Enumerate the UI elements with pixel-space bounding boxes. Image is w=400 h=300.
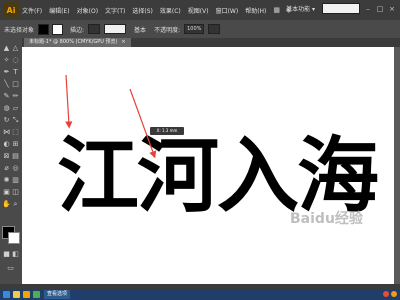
magic-wand-icon[interactable]: ✧ bbox=[2, 56, 11, 65]
red-arrow-2 bbox=[129, 88, 157, 159]
zoom-tool-icon[interactable]: ⌕ bbox=[11, 200, 20, 209]
pencil-tool-icon[interactable]: ✏ bbox=[11, 92, 20, 101]
illustrator-taskbar-icon[interactable] bbox=[23, 291, 30, 298]
fill-stroke-widget[interactable] bbox=[2, 226, 20, 244]
menu-select[interactable]: 选择(S) bbox=[132, 6, 153, 15]
mesh-tool-icon[interactable]: ⊠ bbox=[2, 152, 11, 161]
eraser-icon[interactable]: ▱ bbox=[11, 104, 20, 113]
menu-bar: Ai 文件(F) 编辑(E) 对象(O) 文字(T) 选择(S) 效果(C) 视… bbox=[0, 0, 400, 20]
browser-icon[interactable] bbox=[33, 291, 40, 298]
selection-tool-icon[interactable]: ▲ bbox=[2, 44, 11, 53]
menu-object[interactable]: 对象(O) bbox=[77, 6, 98, 15]
vertical-scrollbar[interactable] bbox=[394, 47, 400, 284]
menu-edit[interactable]: 编辑(E) bbox=[49, 6, 69, 15]
opacity-label: 不透明度: bbox=[154, 26, 181, 34]
type-tool-icon[interactable]: T bbox=[11, 68, 20, 77]
document-tab-title: 未标题-1* @ 800% (CMYK/GPU 预览) bbox=[29, 39, 118, 45]
free-transform-icon[interactable]: ⬚ bbox=[11, 128, 20, 137]
system-tray bbox=[383, 291, 397, 297]
gradient-tool-icon[interactable]: ▤ bbox=[11, 152, 20, 161]
color-mode-icon[interactable]: ■ bbox=[2, 250, 11, 259]
no-selection-label: 未选择对象 bbox=[4, 26, 35, 34]
menu-effect[interactable]: 效果(C) bbox=[160, 6, 181, 15]
brush-tool-icon[interactable]: ✎ bbox=[2, 92, 11, 101]
app-logo: Ai bbox=[3, 2, 19, 18]
red-arrow-1 bbox=[65, 74, 73, 129]
menu-file[interactable]: 文件(F) bbox=[22, 6, 42, 15]
artboard-tool-icon[interactable]: ▣ bbox=[2, 188, 11, 197]
cursor-tooltip: X: 1.3 mm bbox=[150, 127, 184, 135]
menu-help[interactable]: 帮助(H) bbox=[245, 6, 266, 15]
artboard-canvas[interactable]: 江河入海 X: 1.3 mm Baidu经验 bbox=[22, 47, 394, 284]
eyedropper-icon[interactable]: ⌀ bbox=[2, 164, 11, 173]
control-bar: 未选择对象 描边: 基本 不透明度: 100% bbox=[0, 20, 400, 39]
stroke-weight-field[interactable] bbox=[88, 24, 101, 34]
symbol-sprayer-icon[interactable]: ✺ bbox=[2, 176, 11, 185]
opacity-field[interactable]: 100% bbox=[184, 24, 205, 34]
stroke-label: 描边: bbox=[70, 26, 85, 34]
style-label[interactable]: 基本 bbox=[134, 25, 146, 34]
start-icon[interactable] bbox=[3, 291, 10, 298]
minimize-icon[interactable]: – bbox=[364, 5, 372, 13]
workspace-switcher[interactable]: 基本功能 ▾ bbox=[286, 4, 315, 13]
close-icon[interactable]: × bbox=[388, 5, 396, 13]
annotation-arrows bbox=[65, 74, 157, 159]
tab-close-icon[interactable]: × bbox=[121, 39, 125, 45]
blob-brush-icon[interactable]: ◍ bbox=[2, 104, 11, 113]
fill-swatch[interactable] bbox=[38, 23, 50, 35]
bridge-icon[interactable]: ▦ bbox=[273, 6, 280, 14]
brush-style-dropdown[interactable] bbox=[104, 24, 127, 34]
menu-view[interactable]: 视图(V) bbox=[188, 6, 209, 15]
tray-icon-2[interactable] bbox=[391, 291, 397, 297]
style-swatch[interactable] bbox=[208, 24, 221, 34]
hand-tool-icon[interactable]: ✋ bbox=[2, 200, 11, 209]
document-tab-strip: 未标题-1* @ 800% (CMYK/GPU 预览) × bbox=[22, 38, 400, 47]
tray-icon-1[interactable] bbox=[383, 291, 389, 297]
pen-tool-icon[interactable]: ✒ bbox=[2, 68, 11, 77]
menu-window[interactable]: 窗口(W) bbox=[216, 6, 239, 15]
stroke-swatch[interactable] bbox=[52, 23, 64, 35]
line-tool-icon[interactable]: ╲ bbox=[2, 80, 11, 89]
document-tab[interactable]: 未标题-1* @ 800% (CMYK/GPU 预览) × bbox=[24, 38, 131, 47]
lasso-icon[interactable]: ◌ bbox=[11, 56, 20, 65]
taskbar-app-button[interactable]: 查看选项 bbox=[44, 290, 71, 299]
shape-builder-icon[interactable]: ◐ bbox=[2, 140, 11, 149]
rotate-tool-icon[interactable]: ↻ bbox=[2, 116, 11, 125]
baidu-watermark: Baidu经验 bbox=[290, 211, 363, 227]
width-tool-icon[interactable]: ⋈ bbox=[2, 128, 11, 137]
maximize-icon[interactable]: □ bbox=[376, 5, 384, 13]
stroke-color-swatch[interactable] bbox=[8, 232, 20, 244]
blend-tool-icon[interactable]: ◎ bbox=[11, 164, 20, 173]
tools-panel: ▲ △ ✧ ◌ ✒ T ╲ □ ✎ ✏ ◍ ▱ ↻ ⤡ ⋈ ⬚ ◐ ⊞ ⊠ ▤ … bbox=[0, 38, 23, 284]
windows-taskbar: 查看选项 bbox=[0, 289, 400, 300]
screen-mode-icon[interactable]: ▭ bbox=[6, 264, 15, 273]
draw-mode-icon[interactable]: ◧ bbox=[11, 250, 20, 259]
explorer-icon[interactable] bbox=[13, 291, 20, 298]
graph-tool-icon[interactable]: ▥ bbox=[11, 176, 20, 185]
direct-selection-icon[interactable]: △ bbox=[11, 44, 20, 53]
search-input[interactable] bbox=[322, 3, 360, 14]
menu-type[interactable]: 文字(T) bbox=[105, 6, 125, 15]
rectangle-tool-icon[interactable]: □ bbox=[11, 80, 20, 89]
scale-tool-icon[interactable]: ⤡ bbox=[11, 116, 20, 125]
slice-tool-icon[interactable]: ◫ bbox=[11, 188, 20, 197]
perspective-grid-icon[interactable]: ⊞ bbox=[11, 140, 20, 149]
